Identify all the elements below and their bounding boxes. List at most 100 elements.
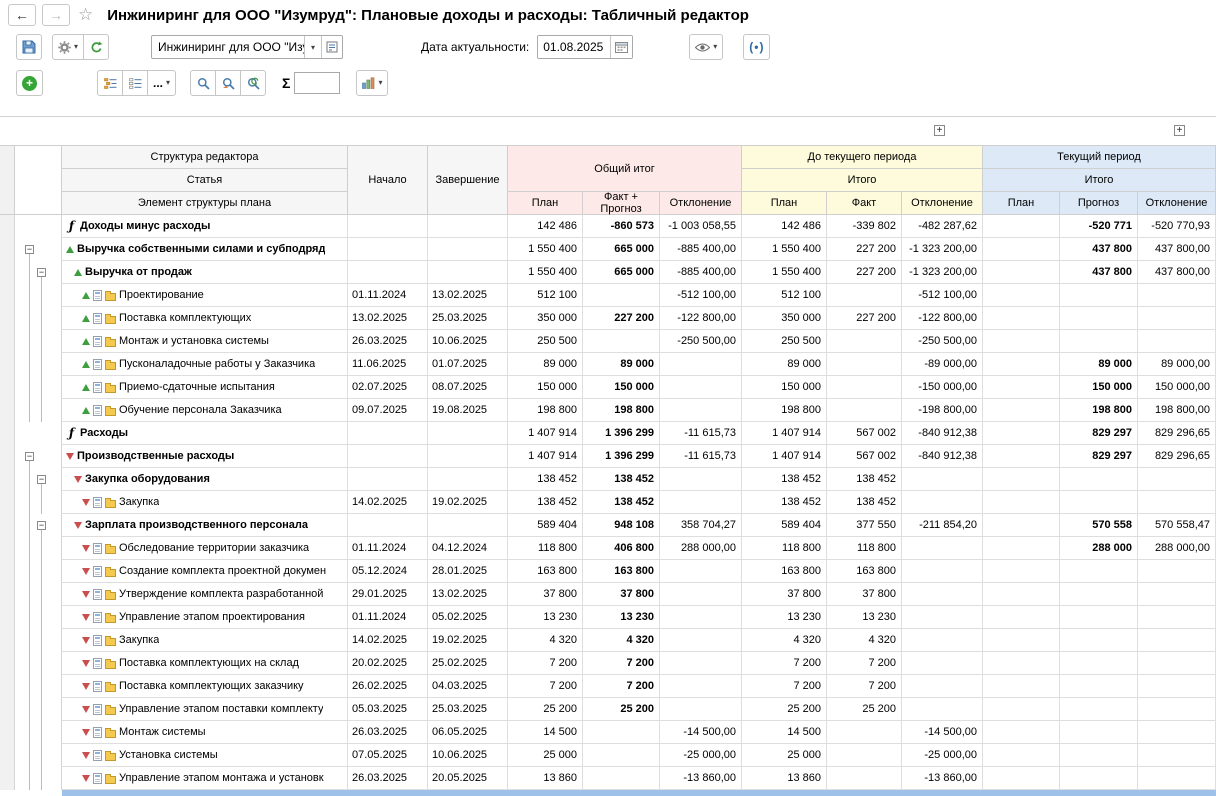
cell-end[interactable] [428,468,508,491]
header-start[interactable]: Начало [348,146,428,215]
cell-end[interactable]: 08.07.2025 [428,376,508,399]
cell-name[interactable]: Выручка от продаж [62,261,348,284]
table-row[interactable]: Проектирование01.11.202413.02.2025512 10… [0,284,1216,307]
header-current-plan[interactable]: План [983,192,1060,215]
refresh-button[interactable] [83,34,109,60]
table-row[interactable]: Создание комплекта проектной докумен05.1… [0,560,1216,583]
chart-button[interactable]: ▾ [356,70,388,96]
cell-before-deviation[interactable]: -482 287,62 [902,215,983,238]
cell-current-deviation[interactable] [1138,330,1216,353]
cell-current-forecast[interactable] [1060,721,1138,744]
cell-current-plan[interactable] [983,560,1060,583]
search-button[interactable] [190,70,216,96]
cell-current-forecast[interactable] [1060,330,1138,353]
cell-total-fact-forecast[interactable]: 7 200 [583,652,660,675]
cell-total-fact-forecast[interactable]: 665 000 [583,238,660,261]
table-row[interactable]: Монтаж и установка системы26.03.202510.0… [0,330,1216,353]
cell-before-fact[interactable] [827,376,902,399]
cell-before-deviation[interactable]: -89 000,00 [902,353,983,376]
cell-current-deviation[interactable] [1138,767,1216,790]
collapse-group-button[interactable]: − [37,475,46,484]
cell-name[interactable]: Закупка [62,629,348,652]
table-row[interactable]: Монтаж системы26.03.202506.05.202514 500… [0,721,1216,744]
collapse-group-button[interactable]: − [37,268,46,277]
cell-total-fact-forecast[interactable]: -860 573 [583,215,660,238]
cell-start[interactable]: 05.12.2024 [348,560,428,583]
cell-current-deviation[interactable]: 570 558,47 [1138,514,1216,537]
cell-before-deviation[interactable]: -512 100,00 [902,284,983,307]
cell-name[interactable]: Обследование территории заказчика [62,537,348,560]
cell-current-forecast[interactable] [1060,583,1138,606]
cell-name[interactable]: Монтаж системы [62,721,348,744]
cell-end[interactable] [428,238,508,261]
cell-current-forecast[interactable] [1060,744,1138,767]
cell-current-plan[interactable] [983,307,1060,330]
cell-name[interactable]: Приемо-сдаточные испытания [62,376,348,399]
table-row[interactable]: Установка системы07.05.202510.06.202525 … [0,744,1216,767]
cell-before-fact[interactable]: 163 800 [827,560,902,583]
forward-button[interactable]: → [42,4,70,26]
header-group-current-period[interactable]: Текущий период [983,146,1216,169]
cell-before-deviation[interactable] [902,606,983,629]
scenario-combobox[interactable]: Инжиниринг для ООО "Изумруд" ▾ [151,35,343,59]
cell-start[interactable]: 26.02.2025 [348,675,428,698]
cell-before-fact[interactable]: 138 452 [827,468,902,491]
cell-current-deviation[interactable]: 288 000,00 [1138,537,1216,560]
cell-total-plan[interactable]: 13 230 [508,606,583,629]
collapse-group-button[interactable]: − [25,452,34,461]
cell-total-deviation[interactable]: -14 500,00 [660,721,742,744]
cell-total-deviation[interactable]: -11 615,73 [660,445,742,468]
table-row[interactable]: −Зарплата производственного персонала589… [0,514,1216,537]
cell-before-fact[interactable]: 7 200 [827,675,902,698]
cell-total-fact-forecast[interactable]: 138 452 [583,468,660,491]
cell-end[interactable] [428,261,508,284]
cell-name[interactable]: Управление этапом поставки комплекту [62,698,348,721]
cell-current-plan[interactable] [983,284,1060,307]
cell-end[interactable]: 19.02.2025 [428,491,508,514]
table-row[interactable]: Поставка комплектующих заказчику26.02.20… [0,675,1216,698]
header-element[interactable]: Элемент структуры плана [62,192,348,215]
cell-total-deviation[interactable] [660,491,742,514]
cell-start[interactable]: 14.02.2025 [348,491,428,514]
cell-start[interactable] [348,261,428,284]
cell-start[interactable]: 29.01.2025 [348,583,428,606]
header-before-deviation[interactable]: Отклонение [902,192,983,215]
cell-before-fact[interactable] [827,744,902,767]
cell-total-deviation[interactable]: 288 000,00 [660,537,742,560]
cell-name[interactable]: Поставка комплектующих [62,307,348,330]
save-button[interactable] [16,34,42,60]
cell-current-deviation[interactable] [1138,468,1216,491]
cell-name[interactable]: Закупка [62,491,348,514]
cell-total-fact-forecast[interactable]: 406 800 [583,537,660,560]
header-total-deviation[interactable]: Отклонение [660,192,742,215]
cell-current-deviation[interactable] [1138,491,1216,514]
cell-before-plan[interactable]: 512 100 [742,284,827,307]
cell-total-fact-forecast[interactable]: 1 396 299 [583,445,660,468]
cell-before-fact[interactable]: 567 002 [827,422,902,445]
header-current-subtotal[interactable]: Итого [983,169,1216,192]
table-row[interactable]: Управление этапом проектирования01.11.20… [0,606,1216,629]
cell-before-fact[interactable]: 37 800 [827,583,902,606]
cell-current-forecast[interactable]: 89 000 [1060,353,1138,376]
cell-total-plan[interactable]: 25 000 [508,744,583,767]
table-row[interactable]: −Производственные расходы1 407 9141 396 … [0,445,1216,468]
cell-end[interactable]: 04.03.2025 [428,675,508,698]
cell-current-plan[interactable] [983,215,1060,238]
cell-current-plan[interactable] [983,422,1060,445]
cell-end[interactable]: 19.08.2025 [428,399,508,422]
cell-before-fact[interactable]: 4 320 [827,629,902,652]
cell-total-plan[interactable]: 250 500 [508,330,583,353]
cell-total-fact-forecast[interactable]: 198 800 [583,399,660,422]
cell-end[interactable]: 13.02.2025 [428,583,508,606]
cell-total-plan[interactable]: 37 800 [508,583,583,606]
header-article[interactable]: Статья [62,169,348,192]
cell-before-plan[interactable]: 1 407 914 [742,445,827,468]
cell-current-plan[interactable] [983,744,1060,767]
cell-total-plan[interactable]: 1 407 914 [508,445,583,468]
cell-total-plan[interactable]: 7 200 [508,652,583,675]
cell-name[interactable]: Проектирование [62,284,348,307]
cell-total-plan[interactable]: 1 550 400 [508,261,583,284]
cell-current-forecast[interactable] [1060,675,1138,698]
cell-name[interactable]: Производственные расходы [62,445,348,468]
table-row[interactable]: ƒРасходы1 407 9141 396 299-11 615,731 40… [0,422,1216,445]
